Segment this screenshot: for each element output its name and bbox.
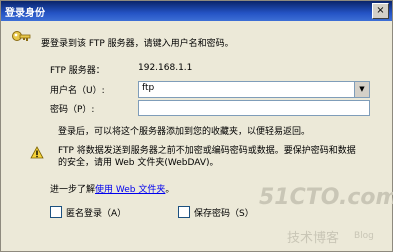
save-password-label[interactable]: 保存密码（S） [194, 206, 254, 219]
window-title: 登录身份 [5, 8, 45, 19]
learn-more-suffix: 。 [165, 185, 175, 195]
security-warning-line2: 的安全，请用 Web 文件夹(WebDAV)。 [58, 158, 219, 168]
username-label: 用户名（U）: [50, 86, 105, 96]
username-value: ftp [142, 83, 155, 93]
save-password-checkbox[interactable] [178, 206, 190, 218]
watermark-sub: 技术博客 [287, 231, 340, 246]
title-bar[interactable]: 登录身份 × [1, 1, 392, 21]
chevron-down-icon[interactable]: ▼ [354, 82, 369, 97]
intro-text: 要登录到该 FTP 服务器，请键入用户名和密码。 [41, 39, 234, 49]
server-label: FTP 服务器： [50, 66, 105, 76]
username-combobox[interactable]: ftp ▼ [138, 81, 370, 98]
anonymous-login-label[interactable]: 匿名登录（A） [66, 206, 126, 219]
key-icon [12, 31, 31, 41]
close-button[interactable]: × [372, 3, 389, 19]
anonymous-login-checkbox[interactable] [50, 206, 62, 218]
favorites-note: 登录后，可以将这个服务器添加到您的收藏夹，以便轻易返回。 [58, 127, 311, 137]
login-dialog: 登录身份 × 要登录到该 FTP 服务器，请键入用户名和密码。 FTP 服务器：… [0, 0, 393, 252]
watermark-blog: Blog [354, 231, 374, 241]
password-input[interactable] [138, 100, 370, 116]
server-value: 192.168.1.1 [138, 63, 193, 73]
warning-icon [30, 146, 44, 159]
learn-more-prefix: 进一步了解 [50, 185, 96, 195]
learn-more: 进一步了解使用 Web 文件夹。 [50, 182, 174, 195]
web-folders-link[interactable]: 使用 Web 文件夹 [95, 185, 165, 195]
password-label: 密码（P）: [50, 105, 95, 115]
watermark-brand: 51CTO.com [259, 185, 393, 210]
